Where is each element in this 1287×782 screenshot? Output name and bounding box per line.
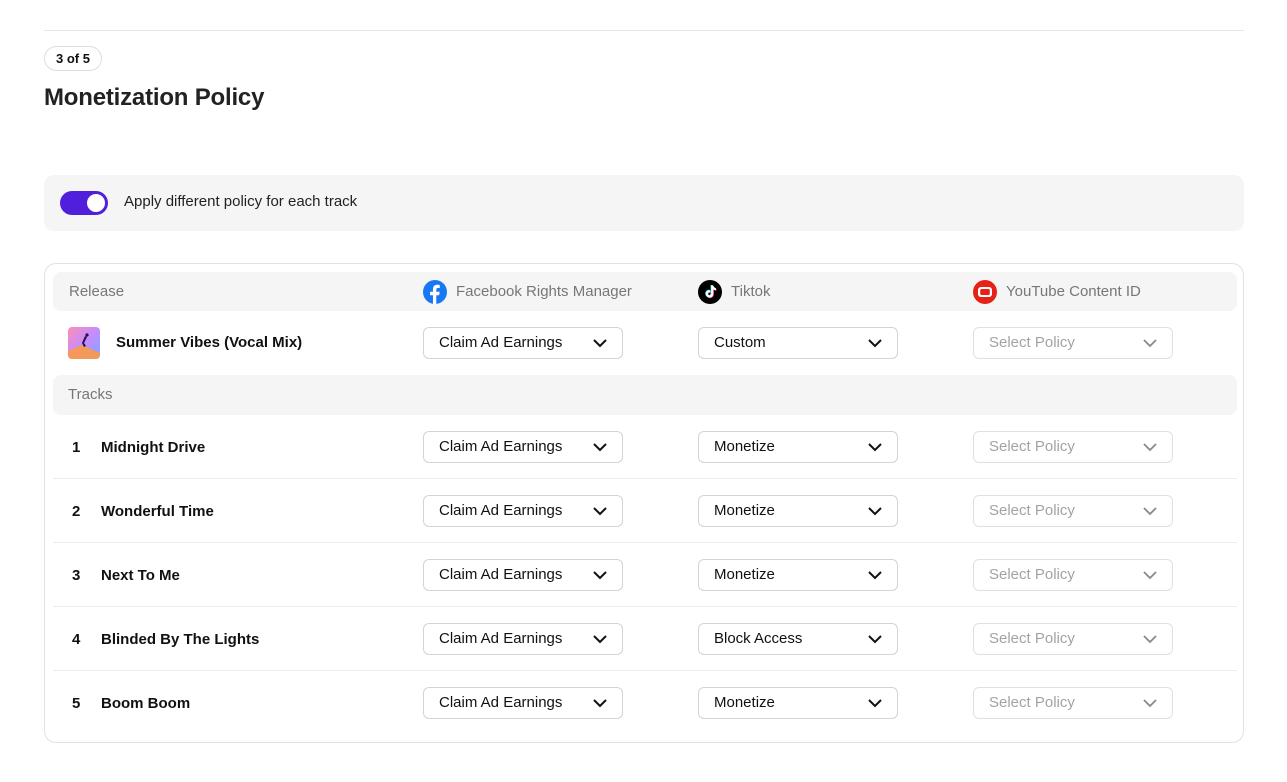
track-number: 1 bbox=[72, 439, 81, 456]
policy-table: Release Facebook Rights Manager Tiktok Y… bbox=[44, 263, 1244, 743]
track-row: 5 Boom Boom Claim Ad Earnings Monetize S… bbox=[53, 671, 1237, 735]
select-value: Claim Ad Earnings bbox=[439, 630, 563, 647]
chevron-down-icon bbox=[593, 443, 607, 452]
header-facebook: Facebook Rights Manager bbox=[423, 272, 632, 311]
chevron-down-icon bbox=[868, 699, 882, 708]
header-tiktok: Tiktok bbox=[698, 272, 770, 311]
select-placeholder: Select Policy bbox=[989, 438, 1075, 455]
track-facebook-select[interactable]: Claim Ad Earnings bbox=[423, 559, 623, 591]
chevron-down-icon bbox=[593, 699, 607, 708]
chevron-down-icon bbox=[1143, 443, 1157, 452]
toggle-label: Apply different policy for each track bbox=[124, 193, 358, 210]
table-header: Release Facebook Rights Manager Tiktok Y… bbox=[53, 272, 1237, 311]
header-youtube-label: YouTube Content ID bbox=[1006, 283, 1141, 300]
track-youtube-select[interactable]: Select Policy bbox=[973, 495, 1173, 527]
select-value: Claim Ad Earnings bbox=[439, 502, 563, 519]
track-number: 2 bbox=[72, 503, 81, 520]
select-value: Claim Ad Earnings bbox=[439, 694, 563, 711]
chevron-down-icon bbox=[868, 635, 882, 644]
track-youtube-select[interactable]: Select Policy bbox=[973, 623, 1173, 655]
chevron-down-icon bbox=[1143, 699, 1157, 708]
chevron-down-icon bbox=[593, 571, 607, 580]
chevron-down-icon bbox=[1143, 339, 1157, 348]
select-placeholder: Select Policy bbox=[989, 630, 1075, 647]
chevron-down-icon bbox=[593, 507, 607, 516]
top-divider bbox=[44, 30, 1244, 31]
step-badge: 3 of 5 bbox=[44, 46, 102, 71]
select-value: Monetize bbox=[714, 502, 775, 519]
chevron-down-icon bbox=[868, 443, 882, 452]
page-title: Monetization Policy bbox=[44, 84, 265, 111]
toggle-knob bbox=[87, 194, 105, 212]
track-facebook-select[interactable]: Claim Ad Earnings bbox=[423, 623, 623, 655]
chevron-down-icon bbox=[1143, 571, 1157, 580]
per-track-policy-toggle[interactable] bbox=[60, 191, 108, 215]
chevron-down-icon bbox=[868, 571, 882, 580]
track-title: Boom Boom bbox=[101, 695, 191, 712]
select-value: Monetize bbox=[714, 566, 775, 583]
track-tiktok-select[interactable]: Monetize bbox=[698, 495, 898, 527]
release-cover-art bbox=[68, 327, 100, 359]
header-tiktok-label: Tiktok bbox=[731, 283, 771, 300]
track-number: 5 bbox=[72, 695, 81, 712]
select-value: Custom bbox=[714, 334, 766, 351]
track-youtube-select[interactable]: Select Policy bbox=[973, 687, 1173, 719]
chevron-down-icon bbox=[868, 507, 882, 516]
header-youtube: YouTube Content ID bbox=[973, 272, 1141, 311]
track-tiktok-select[interactable]: Monetize bbox=[698, 559, 898, 591]
chevron-down-icon bbox=[868, 339, 882, 348]
tracks-section-header: Tracks bbox=[53, 375, 1237, 415]
track-facebook-select[interactable]: Claim Ad Earnings bbox=[423, 431, 623, 463]
track-facebook-select[interactable]: Claim Ad Earnings bbox=[423, 495, 623, 527]
release-youtube-select[interactable]: Select Policy bbox=[973, 327, 1173, 359]
select-value: Monetize bbox=[714, 438, 775, 455]
select-placeholder: Select Policy bbox=[989, 334, 1075, 351]
release-tiktok-select[interactable]: Custom bbox=[698, 327, 898, 359]
tiktok-icon bbox=[698, 279, 722, 304]
track-title: Next To Me bbox=[101, 567, 180, 584]
youtube-icon bbox=[973, 279, 997, 304]
track-number: 4 bbox=[72, 631, 81, 648]
release-title: Summer Vibes (Vocal Mix) bbox=[116, 334, 303, 351]
select-placeholder: Select Policy bbox=[989, 694, 1075, 711]
header-release-label: Release bbox=[69, 283, 125, 300]
release-row: Summer Vibes (Vocal Mix) Claim Ad Earnin… bbox=[45, 311, 1243, 375]
track-row: 4 Blinded By The Lights Claim Ad Earning… bbox=[53, 607, 1237, 671]
facebook-icon bbox=[423, 279, 447, 304]
track-tiktok-select[interactable]: Monetize bbox=[698, 431, 898, 463]
track-tiktok-select[interactable]: Monetize bbox=[698, 687, 898, 719]
select-placeholder: Select Policy bbox=[989, 566, 1075, 583]
track-row: 2 Wonderful Time Claim Ad Earnings Monet… bbox=[53, 479, 1237, 543]
track-facebook-select[interactable]: Claim Ad Earnings bbox=[423, 687, 623, 719]
track-number: 3 bbox=[72, 567, 81, 584]
toggle-panel: Apply different policy for each track bbox=[44, 175, 1244, 231]
track-youtube-select[interactable]: Select Policy bbox=[973, 431, 1173, 463]
select-value: Claim Ad Earnings bbox=[439, 438, 563, 455]
chevron-down-icon bbox=[593, 339, 607, 348]
track-title: Wonderful Time bbox=[101, 503, 214, 520]
select-placeholder: Select Policy bbox=[989, 502, 1075, 519]
track-row: 3 Next To Me Claim Ad Earnings Monetize … bbox=[53, 543, 1237, 607]
track-title: Midnight Drive bbox=[101, 439, 206, 456]
chevron-down-icon bbox=[1143, 635, 1157, 644]
chevron-down-icon bbox=[593, 635, 607, 644]
chevron-down-icon bbox=[1143, 507, 1157, 516]
select-value: Monetize bbox=[714, 694, 775, 711]
header-release: Release bbox=[69, 272, 124, 311]
track-row: 1 Midnight Drive Claim Ad Earnings Monet… bbox=[53, 415, 1237, 479]
select-value: Claim Ad Earnings bbox=[439, 334, 563, 351]
track-youtube-select[interactable]: Select Policy bbox=[973, 559, 1173, 591]
track-tiktok-select[interactable]: Block Access bbox=[698, 623, 898, 655]
release-facebook-select[interactable]: Claim Ad Earnings bbox=[423, 327, 623, 359]
select-value: Claim Ad Earnings bbox=[439, 566, 563, 583]
track-title: Blinded By The Lights bbox=[101, 631, 260, 648]
tracks-label: Tracks bbox=[68, 386, 113, 403]
header-facebook-label: Facebook Rights Manager bbox=[456, 283, 632, 300]
select-value: Block Access bbox=[714, 630, 803, 647]
